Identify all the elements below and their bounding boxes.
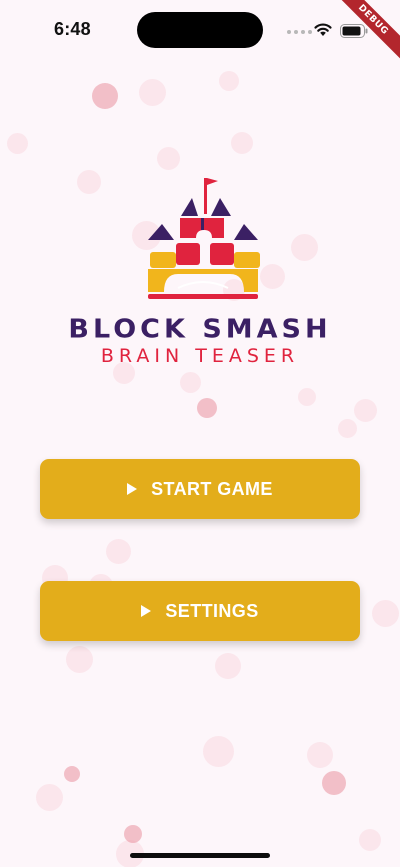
bubble xyxy=(260,264,285,289)
bubble xyxy=(180,372,201,393)
battery-icon xyxy=(340,24,368,38)
logo-title: BLOCK SMASH xyxy=(68,314,332,345)
bubble xyxy=(372,600,399,627)
bubble xyxy=(139,79,166,106)
bubble xyxy=(77,170,101,194)
home-indicator[interactable] xyxy=(130,853,270,858)
start-game-button[interactable]: START GAME xyxy=(40,459,360,519)
bubble xyxy=(322,771,346,795)
background-bubbles xyxy=(0,0,400,867)
bubble xyxy=(215,653,241,679)
bubble xyxy=(203,736,234,767)
bubble xyxy=(338,419,357,438)
dynamic-island xyxy=(137,12,263,48)
bubble xyxy=(66,646,93,673)
bubble xyxy=(359,829,381,851)
bubble xyxy=(307,742,333,768)
start-game-label: START GAME xyxy=(151,478,273,499)
play-icon xyxy=(141,605,152,617)
bubble xyxy=(64,766,80,782)
bubble xyxy=(92,83,118,109)
bubble xyxy=(157,147,180,170)
bubble xyxy=(7,133,28,154)
logo-subtitle: BRAIN TEASER xyxy=(100,345,300,367)
play-icon xyxy=(127,483,138,495)
block-castle-logo-icon xyxy=(148,178,260,299)
bubble xyxy=(197,398,217,418)
app-screen: 6:48 DEBUG BLOCK SMASH BRAIN TEASER STAR… xyxy=(0,0,400,867)
cellular-signal-icon xyxy=(287,30,312,34)
settings-button[interactable]: SETTINGS xyxy=(40,581,360,641)
settings-label: SETTINGS xyxy=(165,600,259,621)
bubble xyxy=(219,71,239,91)
status-bar: 6:48 DEBUG xyxy=(0,0,400,65)
bubble xyxy=(36,784,63,811)
bubble xyxy=(354,399,377,422)
bubble xyxy=(298,388,316,406)
bubble xyxy=(106,539,131,564)
bubble xyxy=(231,132,253,154)
bubble xyxy=(291,234,318,261)
status-time: 6:48 xyxy=(54,19,91,39)
wifi-icon xyxy=(314,23,332,36)
